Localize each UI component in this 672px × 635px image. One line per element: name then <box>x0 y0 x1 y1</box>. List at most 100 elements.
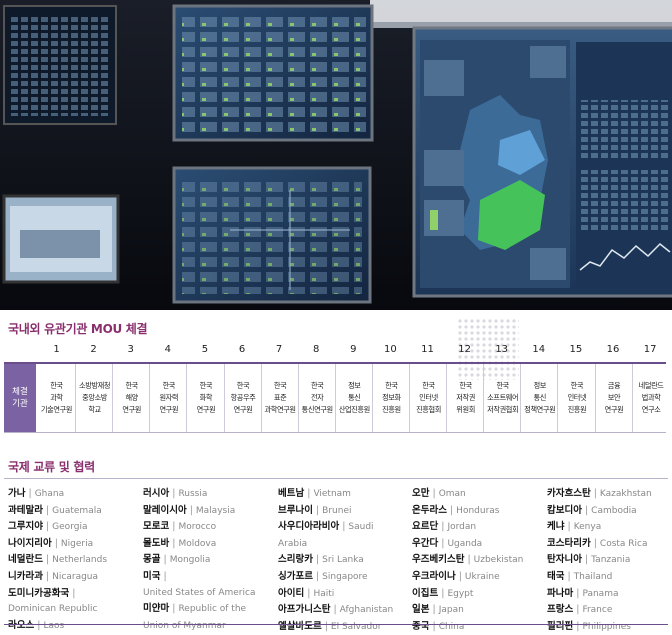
country-name-ko: 스리랑카 <box>278 554 313 566</box>
mou-number: 13 <box>495 344 509 355</box>
country-name-ko: 도미니카공화국 <box>8 587 70 599</box>
country-item: 아프가니스탄 | Afghanistan <box>278 602 393 619</box>
country-item: 탄자니아 | Tanzania <box>547 552 652 569</box>
country-name-en: Laos <box>43 620 65 631</box>
country-name-ko: 중국 <box>412 620 430 632</box>
mou-number: 5 <box>201 344 209 355</box>
country-item: 파나마 | Panama <box>547 586 652 603</box>
mou-number: 7 <box>275 344 283 355</box>
country-name-ko: 베트남 <box>278 488 305 499</box>
country-name-ko: 코스타리카 <box>547 537 591 549</box>
mou-org-cell: 금융 보안 연구원 <box>594 364 633 432</box>
country-item: 러시아 | Russia <box>143 486 255 503</box>
separator-bar: | <box>315 554 320 566</box>
country-name-en: Tanzania <box>591 555 631 566</box>
country-name-en: Nigeria <box>60 538 94 549</box>
country-item: 과테말라 | Guatemala <box>8 503 107 520</box>
mou-number: 8 <box>313 344 320 355</box>
country-item: Dominican Republic <box>8 601 107 618</box>
separator-bar: | <box>432 620 436 632</box>
country-name-en: Kazakhstan <box>599 489 652 499</box>
separator-bar: | <box>315 570 320 582</box>
mou-number: 16 <box>606 344 620 355</box>
country-item: 몰도바 | Moldova <box>143 536 255 553</box>
country-name-en: Uzbekistan <box>473 555 524 566</box>
country-item: 사우디아라비아 | Saudi <box>278 519 393 536</box>
country-name-en: Russia <box>178 489 208 499</box>
country-item: 모로코 | Morocco <box>143 519 255 536</box>
country-item: United States of America <box>143 585 255 602</box>
separator-bar: | <box>576 587 580 599</box>
country-name-en: Kenya <box>573 522 602 533</box>
country-name-ko: 그루지야 <box>8 521 43 533</box>
country-item: 일본 | Japan <box>412 602 523 619</box>
country-name-ko: 요르단 <box>412 521 439 533</box>
separator-bar: | <box>432 488 436 499</box>
mou-table: 체결 기관 한국 과학 기술연구원 소방방재청 중앙소방 학교 한국 해양 연구원 한… <box>4 362 666 433</box>
mou-number: 17 <box>643 344 657 355</box>
country-name-en: Arabia <box>278 538 308 549</box>
country-column: 베트남 | Vietnam 브루나이 | Brunei 사우디아라비아 | Saudi Arabi… <box>278 486 393 635</box>
country-name-ko: 프랑스 <box>547 604 574 616</box>
country-name-ko: 카자흐스탄 <box>547 488 591 499</box>
country-item: 요르단 | Jordan <box>412 519 523 536</box>
mou-org-cell: 한국 화학 연구원 <box>186 364 224 432</box>
country-name-en: Moldova <box>178 538 217 549</box>
country-name-ko: 브루나이 <box>278 504 313 516</box>
country-name-ko: 사우디아라비아 <box>278 521 340 533</box>
mou-number: 2 <box>90 344 97 355</box>
mou-number: 4 <box>164 344 171 355</box>
country-name-ko: 아프가니스탄 <box>278 604 331 616</box>
intl-section-title: 국제 교류 및 협력 <box>8 460 95 474</box>
country-name-ko: 일본 <box>412 604 430 616</box>
country-name-ko: 우크라이나 <box>412 570 456 582</box>
country-name-ko: 말레이시아 <box>143 504 187 516</box>
country-name-ko: 캄보디아 <box>547 504 582 516</box>
mou-number: 10 <box>384 344 397 355</box>
country-name-en: Uganda <box>447 538 483 549</box>
country-item: 니카라과 | Nicaragua <box>8 569 107 586</box>
country-column: 가나 | Ghana 과테말라 | Guatemala 그루지야 | Georgia 나이지리아 |… <box>8 486 107 634</box>
country-name-ko: 러시아 <box>143 488 170 499</box>
country-name-ko: 니카라과 <box>8 570 43 582</box>
mou-number: 12 <box>458 344 471 355</box>
mou-number: 14 <box>532 344 546 355</box>
mou-org-cell: 네덜란드 법과학 연구소 <box>631 364 670 432</box>
country-column: 카자흐스탄 | Kazakhstan 캄보디아 | Cambodia 케냐 | Kenya 코스타… <box>547 486 652 635</box>
separator-bar: | <box>189 504 193 516</box>
country-name-ko: 필리핀 <box>547 620 574 632</box>
country-item: 우크라이나 | Ukraine <box>412 569 523 586</box>
separator-bar: | <box>593 537 597 549</box>
separator-bar: | <box>315 504 320 516</box>
country-name-en: Brunei <box>322 505 352 516</box>
country-name-ko: 네덜란드 <box>8 554 43 566</box>
country-item: 미국 | <box>143 569 255 585</box>
country-name-en: Guatemala <box>52 505 102 516</box>
mou-section-title: 국내외 유관기관 MOU 체결 <box>8 322 148 336</box>
country-name-ko: 아이티 <box>278 587 305 599</box>
country-name-ko: 라오스 <box>8 619 35 631</box>
mou-number: 9 <box>350 344 357 355</box>
separator-bar: | <box>172 603 176 615</box>
mou-org-cell: 한국 항공우주 연구원 <box>223 364 262 432</box>
country-item: 온두라스 | Honduras <box>412 503 523 520</box>
separator-bar: | <box>163 570 167 582</box>
separator-bar: | <box>576 604 580 616</box>
country-item: 브루나이 | Brunei <box>278 503 393 520</box>
separator-bar: | <box>567 570 571 582</box>
country-item: 오만 | Oman <box>412 486 523 503</box>
country-name-ko: 미국 <box>143 570 161 582</box>
separator-bar: | <box>449 504 454 516</box>
country-item: 이집트 | Egypt <box>412 586 523 603</box>
separator-bar: | <box>584 504 589 516</box>
country-item: 그루지야 | Georgia <box>8 519 107 536</box>
separator-bar: | <box>45 521 50 533</box>
country-name-en: Singapore <box>322 571 368 582</box>
separator-bar: | <box>72 587 76 599</box>
mou-org-cell: 한국 해양 연구원 <box>112 364 150 432</box>
separator-bar: | <box>45 570 50 582</box>
country-item: 말레이시아 | Malaysia <box>143 503 255 520</box>
country-name-en: Malaysia <box>195 505 236 516</box>
country-item: 케냐 | Kenya <box>547 519 652 536</box>
mou-org-cell: 한국 인터넷 진흥협회 <box>409 364 447 432</box>
